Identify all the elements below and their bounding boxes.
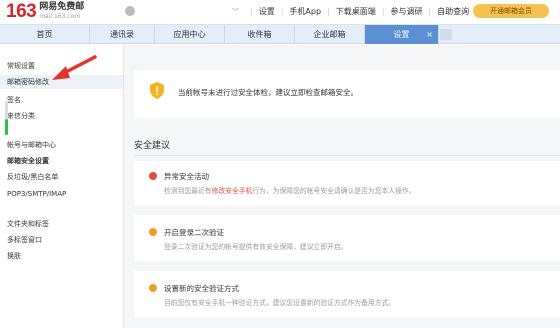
card-desc: 检测到您最近有修改安全手机行为，为保障您的帐号安全请确认是否为您本人操作。 bbox=[164, 187, 416, 195]
nav-survey[interactable]: 参与调研 bbox=[390, 6, 422, 17]
tab-enterprise-mail[interactable]: 企业邮箱 bbox=[295, 25, 365, 44]
logo-url: mail.163.com bbox=[39, 13, 81, 20]
top-bar: 163 网易免费邮 mail.163.com ﹀ | 设置 | 手机App | … bbox=[0, 0, 560, 24]
card-title: 异常安全活动 bbox=[164, 172, 209, 181]
suggestion-card[interactable]: 开启登录二次验证 登录二次验证为您的帐号提供有效安全保障，建议立即开启。 bbox=[134, 215, 560, 261]
logo-number: 163 bbox=[6, 1, 37, 22]
sidebar-item-folders[interactable]: 文件夹和标签 bbox=[7, 217, 117, 231]
sidebar-item-general[interactable]: 常规设置 bbox=[7, 59, 117, 73]
tab-settings[interactable]: 设置 × bbox=[365, 25, 439, 44]
tab-more-icon[interactable] bbox=[440, 29, 452, 40]
logo-title: 网易免费邮 bbox=[39, 2, 85, 12]
security-banner: 当前帐号未进行过安全体检，建议立即检查邮箱安全。 bbox=[134, 70, 560, 118]
sidebar-item-antispam[interactable]: 反垃圾/黑白名单 bbox=[7, 170, 117, 184]
user-status-icon[interactable] bbox=[125, 6, 135, 16]
warning-icon bbox=[149, 228, 157, 236]
tab-home[interactable]: 首页 bbox=[0, 25, 90, 44]
sidebar-item-password[interactable]: 邮箱密码修改 bbox=[0, 75, 123, 89]
shield-icon bbox=[150, 82, 164, 99]
sidebar-item-filters[interactable]: 来信分类 bbox=[7, 109, 117, 123]
card-desc: 登录二次验证为您的帐号提供有效安全保障，建议立即开启。 bbox=[164, 243, 348, 251]
nav-settings[interactable]: 设置 bbox=[259, 6, 275, 17]
tab-settings-label: 设置 bbox=[393, 30, 410, 39]
tab-inbox[interactable]: 收件箱 bbox=[225, 25, 295, 44]
card-desc: 目前您仅有安全手机一种验证方式，建议您设置新的验证方式作为备用方式。 bbox=[164, 299, 396, 307]
member-button[interactable]: 开通邮箱会员 bbox=[473, 4, 549, 18]
sidebar-scrollbar[interactable] bbox=[5, 101, 8, 135]
section-title: 安全建议 bbox=[134, 141, 171, 151]
tab-contacts[interactable]: 通讯录 bbox=[90, 25, 155, 44]
nav-download-desktop[interactable]: 下载桌面端 bbox=[336, 6, 376, 17]
chevron-down-icon[interactable]: ﹀ bbox=[232, 7, 239, 17]
nav-self-service[interactable]: 自助查询 bbox=[437, 6, 469, 17]
sidebar-item-multitab[interactable]: 多标签窗口 bbox=[7, 233, 117, 247]
divider bbox=[134, 155, 560, 156]
sidebar-item-pop3[interactable]: POP3/SMTP/IMAP bbox=[7, 187, 117, 201]
sidebar-item-signature[interactable]: 签名 bbox=[7, 93, 117, 107]
close-icon[interactable]: × bbox=[426, 25, 433, 44]
logo[interactable]: 163 网易免费邮 mail.163.com bbox=[6, 2, 84, 22]
sidebar-item-security[interactable]: 邮箱安全设置 bbox=[7, 154, 117, 168]
sidebar-item-account-center[interactable]: 帐号与邮箱中心 bbox=[7, 138, 117, 152]
main-content: 当前帐号未进行过安全体检，建议立即检查邮箱安全。 安全建议 异常安全活动 检测到… bbox=[124, 45, 560, 328]
modify-phone-link[interactable]: 修改安全手机 bbox=[212, 187, 253, 195]
alert-icon bbox=[149, 172, 157, 180]
suggestion-card[interactable]: 设置新的安全验证方式 目前您仅有安全手机一种验证方式，建议您设置新的验证方式作为… bbox=[134, 271, 560, 317]
tab-app-center[interactable]: 应用中心 bbox=[155, 25, 225, 44]
top-nav: ﹀ | 设置 | 手机App | 下载桌面端 | 参与调研 | 自助查询 bbox=[232, 6, 470, 17]
card-title: 开启登录二次验证 bbox=[164, 228, 224, 237]
nav-mobile-app[interactable]: 手机App bbox=[289, 6, 321, 17]
sidebar-item-skin[interactable]: 换肤 bbox=[7, 249, 117, 263]
banner-text: 当前帐号未进行过安全体检，建议立即检查邮箱安全。 bbox=[178, 88, 358, 97]
settings-sidebar: 常规设置 邮箱密码修改 签名 来信分类 帐号与邮箱中心 邮箱安全设置 反垃圾/黑… bbox=[0, 45, 124, 328]
warning-icon bbox=[149, 284, 157, 292]
scrollbar-thumb[interactable] bbox=[5, 119, 8, 135]
card-title: 设置新的安全验证方式 bbox=[164, 284, 239, 293]
suggestion-card[interactable]: 异常安全活动 检测到您最近有修改安全手机行为，为保障您的帐号安全请确认是否为您本… bbox=[134, 161, 560, 205]
tab-bar: 首页 通讯录 应用中心 收件箱 企业邮箱 设置 × bbox=[0, 24, 560, 44]
